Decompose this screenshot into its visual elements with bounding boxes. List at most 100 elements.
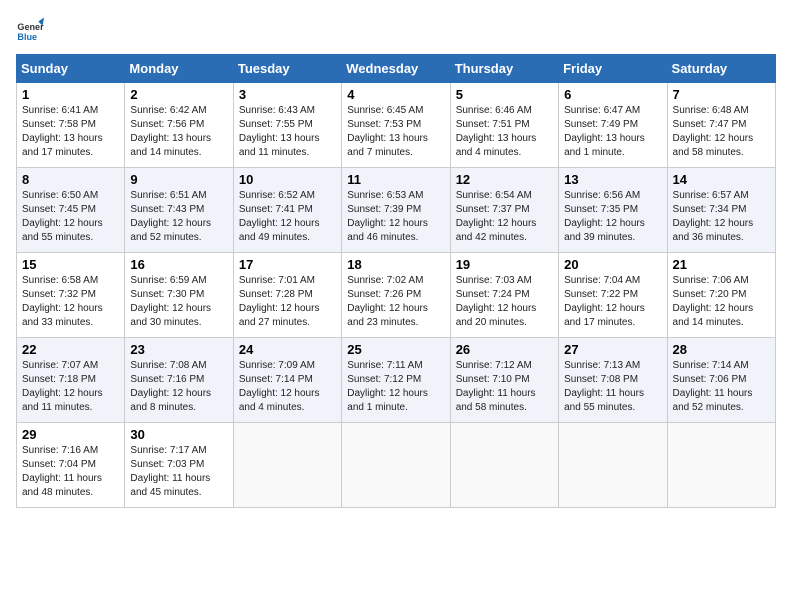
day-info: Sunrise: 7:03 AM Sunset: 7:24 PM Dayligh… [456, 274, 553, 330]
calendar-cell: 20 Sunrise: 7:04 AM Sunset: 7:22 PM Dayl… [559, 253, 667, 338]
day-info: Sunrise: 7:06 AM Sunset: 7:20 PM Dayligh… [673, 274, 770, 330]
calendar-week-row: 22 Sunrise: 7:07 AM Sunset: 7:18 PM Dayl… [17, 338, 776, 423]
day-number: 27 [564, 342, 661, 357]
day-info: Sunrise: 6:51 AM Sunset: 7:43 PM Dayligh… [130, 189, 227, 245]
day-number: 9 [130, 172, 227, 187]
day-info: Sunrise: 7:04 AM Sunset: 7:22 PM Dayligh… [564, 274, 661, 330]
calendar-cell: 3 Sunrise: 6:43 AM Sunset: 7:55 PM Dayli… [233, 83, 341, 168]
day-number: 15 [22, 257, 119, 272]
calendar-cell: 14 Sunrise: 6:57 AM Sunset: 7:34 PM Dayl… [667, 168, 775, 253]
day-info: Sunrise: 6:45 AM Sunset: 7:53 PM Dayligh… [347, 104, 444, 160]
calendar-cell: 5 Sunrise: 6:46 AM Sunset: 7:51 PM Dayli… [450, 83, 558, 168]
day-number: 25 [347, 342, 444, 357]
day-number: 2 [130, 87, 227, 102]
day-number: 19 [456, 257, 553, 272]
day-number: 17 [239, 257, 336, 272]
calendar-week-row: 29 Sunrise: 7:16 AM Sunset: 7:04 PM Dayl… [17, 423, 776, 508]
weekday-header-friday: Friday [559, 55, 667, 83]
logo-icon: General Blue [16, 16, 44, 44]
calendar-cell: 15 Sunrise: 6:58 AM Sunset: 7:32 PM Dayl… [17, 253, 125, 338]
weekday-header-saturday: Saturday [667, 55, 775, 83]
calendar-cell: 25 Sunrise: 7:11 AM Sunset: 7:12 PM Dayl… [342, 338, 450, 423]
day-number: 5 [456, 87, 553, 102]
calendar-cell: 18 Sunrise: 7:02 AM Sunset: 7:26 PM Dayl… [342, 253, 450, 338]
day-number: 6 [564, 87, 661, 102]
calendar-cell: 23 Sunrise: 7:08 AM Sunset: 7:16 PM Dayl… [125, 338, 233, 423]
calendar-cell: 16 Sunrise: 6:59 AM Sunset: 7:30 PM Dayl… [125, 253, 233, 338]
calendar-cell: 2 Sunrise: 6:42 AM Sunset: 7:56 PM Dayli… [125, 83, 233, 168]
day-info: Sunrise: 7:16 AM Sunset: 7:04 PM Dayligh… [22, 444, 119, 500]
day-info: Sunrise: 6:42 AM Sunset: 7:56 PM Dayligh… [130, 104, 227, 160]
calendar-week-row: 15 Sunrise: 6:58 AM Sunset: 7:32 PM Dayl… [17, 253, 776, 338]
weekday-header-thursday: Thursday [450, 55, 558, 83]
calendar-week-row: 1 Sunrise: 6:41 AM Sunset: 7:58 PM Dayli… [17, 83, 776, 168]
calendar-cell: 27 Sunrise: 7:13 AM Sunset: 7:08 PM Dayl… [559, 338, 667, 423]
day-number: 11 [347, 172, 444, 187]
day-info: Sunrise: 6:46 AM Sunset: 7:51 PM Dayligh… [456, 104, 553, 160]
day-info: Sunrise: 6:59 AM Sunset: 7:30 PM Dayligh… [130, 274, 227, 330]
day-info: Sunrise: 7:02 AM Sunset: 7:26 PM Dayligh… [347, 274, 444, 330]
calendar-cell: 13 Sunrise: 6:56 AM Sunset: 7:35 PM Dayl… [559, 168, 667, 253]
calendar-cell: 4 Sunrise: 6:45 AM Sunset: 7:53 PM Dayli… [342, 83, 450, 168]
calendar-cell: 7 Sunrise: 6:48 AM Sunset: 7:47 PM Dayli… [667, 83, 775, 168]
weekday-header-tuesday: Tuesday [233, 55, 341, 83]
day-info: Sunrise: 6:52 AM Sunset: 7:41 PM Dayligh… [239, 189, 336, 245]
day-number: 3 [239, 87, 336, 102]
day-info: Sunrise: 7:12 AM Sunset: 7:10 PM Dayligh… [456, 359, 553, 415]
day-info: Sunrise: 7:17 AM Sunset: 7:03 PM Dayligh… [130, 444, 227, 500]
day-number: 21 [673, 257, 770, 272]
day-number: 13 [564, 172, 661, 187]
day-info: Sunrise: 6:41 AM Sunset: 7:58 PM Dayligh… [22, 104, 119, 160]
weekday-header-monday: Monday [125, 55, 233, 83]
day-info: Sunrise: 7:14 AM Sunset: 7:06 PM Dayligh… [673, 359, 770, 415]
calendar-cell: 1 Sunrise: 6:41 AM Sunset: 7:58 PM Dayli… [17, 83, 125, 168]
calendar-cell: 22 Sunrise: 7:07 AM Sunset: 7:18 PM Dayl… [17, 338, 125, 423]
calendar-cell: 12 Sunrise: 6:54 AM Sunset: 7:37 PM Dayl… [450, 168, 558, 253]
day-number: 16 [130, 257, 227, 272]
day-info: Sunrise: 7:11 AM Sunset: 7:12 PM Dayligh… [347, 359, 444, 415]
calendar-cell [342, 423, 450, 508]
calendar-week-row: 8 Sunrise: 6:50 AM Sunset: 7:45 PM Dayli… [17, 168, 776, 253]
day-info: Sunrise: 7:09 AM Sunset: 7:14 PM Dayligh… [239, 359, 336, 415]
day-number: 8 [22, 172, 119, 187]
day-info: Sunrise: 6:56 AM Sunset: 7:35 PM Dayligh… [564, 189, 661, 245]
calendar-cell: 17 Sunrise: 7:01 AM Sunset: 7:28 PM Dayl… [233, 253, 341, 338]
day-number: 10 [239, 172, 336, 187]
day-number: 29 [22, 427, 119, 442]
day-info: Sunrise: 7:01 AM Sunset: 7:28 PM Dayligh… [239, 274, 336, 330]
weekday-header-wednesday: Wednesday [342, 55, 450, 83]
day-number: 12 [456, 172, 553, 187]
calendar-cell: 21 Sunrise: 7:06 AM Sunset: 7:20 PM Dayl… [667, 253, 775, 338]
day-info: Sunrise: 6:53 AM Sunset: 7:39 PM Dayligh… [347, 189, 444, 245]
calendar-cell: 10 Sunrise: 6:52 AM Sunset: 7:41 PM Dayl… [233, 168, 341, 253]
weekday-header-row: SundayMondayTuesdayWednesdayThursdayFrid… [17, 55, 776, 83]
calendar-cell: 11 Sunrise: 6:53 AM Sunset: 7:39 PM Dayl… [342, 168, 450, 253]
day-info: Sunrise: 6:43 AM Sunset: 7:55 PM Dayligh… [239, 104, 336, 160]
day-info: Sunrise: 7:07 AM Sunset: 7:18 PM Dayligh… [22, 359, 119, 415]
day-info: Sunrise: 7:08 AM Sunset: 7:16 PM Dayligh… [130, 359, 227, 415]
day-number: 1 [22, 87, 119, 102]
calendar-cell [233, 423, 341, 508]
calendar-cell: 9 Sunrise: 6:51 AM Sunset: 7:43 PM Dayli… [125, 168, 233, 253]
day-info: Sunrise: 6:50 AM Sunset: 7:45 PM Dayligh… [22, 189, 119, 245]
day-number: 18 [347, 257, 444, 272]
day-info: Sunrise: 6:57 AM Sunset: 7:34 PM Dayligh… [673, 189, 770, 245]
calendar-cell [450, 423, 558, 508]
calendar-cell [559, 423, 667, 508]
calendar-cell: 26 Sunrise: 7:12 AM Sunset: 7:10 PM Dayl… [450, 338, 558, 423]
calendar-cell: 6 Sunrise: 6:47 AM Sunset: 7:49 PM Dayli… [559, 83, 667, 168]
logo: General Blue [16, 16, 44, 44]
day-number: 4 [347, 87, 444, 102]
calendar-cell: 29 Sunrise: 7:16 AM Sunset: 7:04 PM Dayl… [17, 423, 125, 508]
calendar-cell: 30 Sunrise: 7:17 AM Sunset: 7:03 PM Dayl… [125, 423, 233, 508]
day-number: 14 [673, 172, 770, 187]
calendar-cell: 24 Sunrise: 7:09 AM Sunset: 7:14 PM Dayl… [233, 338, 341, 423]
day-info: Sunrise: 6:47 AM Sunset: 7:49 PM Dayligh… [564, 104, 661, 160]
calendar-cell: 28 Sunrise: 7:14 AM Sunset: 7:06 PM Dayl… [667, 338, 775, 423]
calendar-table: SundayMondayTuesdayWednesdayThursdayFrid… [16, 54, 776, 508]
page-header: General Blue [16, 16, 776, 44]
day-number: 30 [130, 427, 227, 442]
day-number: 23 [130, 342, 227, 357]
day-number: 26 [456, 342, 553, 357]
day-info: Sunrise: 6:54 AM Sunset: 7:37 PM Dayligh… [456, 189, 553, 245]
